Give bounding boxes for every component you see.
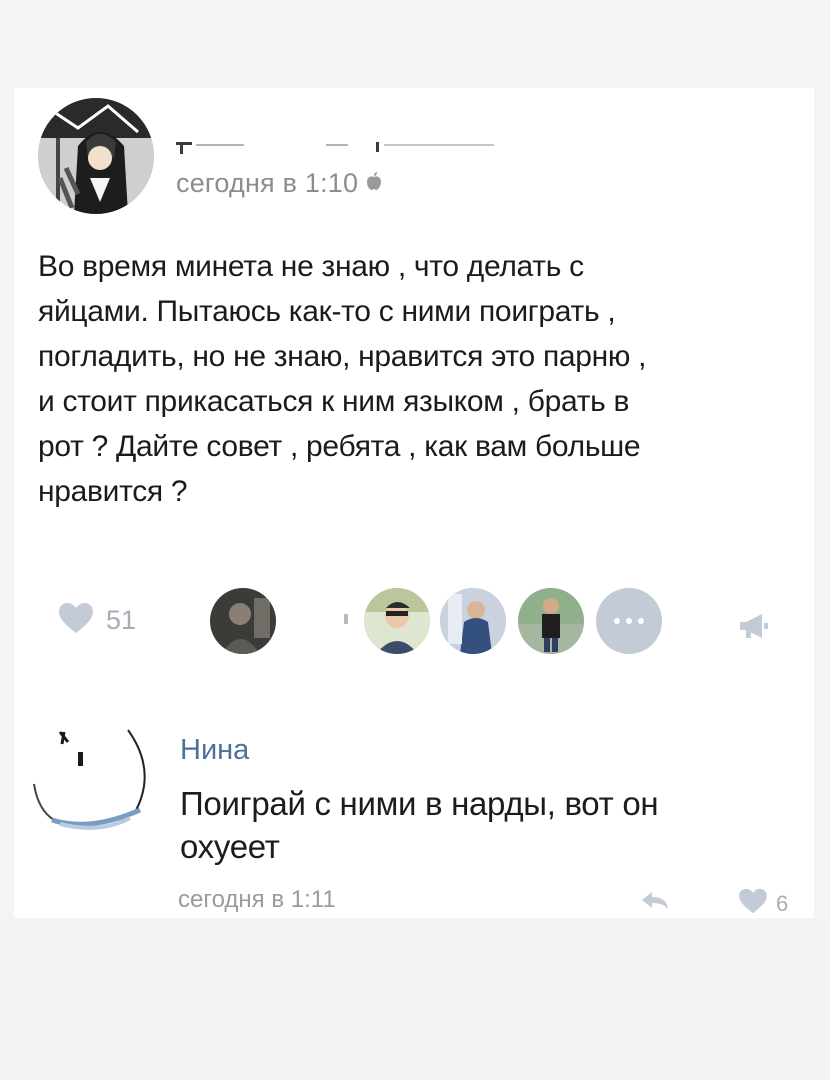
comment-like-button[interactable]: 6 <box>738 888 788 919</box>
post-text-line: Во время минета не знаю , что делать с <box>38 250 584 283</box>
ellipsis-icon[interactable] <box>596 588 662 654</box>
post-likes-count: 51 <box>106 605 137 635</box>
post-text-line: яйцами. Пытаюсь как-то с ними поиграть , <box>38 295 616 328</box>
liker-avatar[interactable] <box>440 588 506 654</box>
reply-arrow-icon[interactable] <box>640 890 670 915</box>
divider-mark <box>344 614 348 624</box>
apple-icon <box>366 171 382 197</box>
post-text-line: и стоит прикасаться к ним языком , брать… <box>38 385 630 418</box>
comment-text-line: Поиграй с ними в нарды, вот он <box>180 785 659 822</box>
author-name-redacted <box>176 142 494 154</box>
liker-avatar[interactable] <box>364 588 430 654</box>
post-text: Во время минета не знаю , что делать с я… <box>38 244 808 514</box>
post-date: сегодня в 1:10 <box>176 168 382 199</box>
post-author-avatar[interactable] <box>38 98 154 214</box>
comment-text-line: охуеет <box>180 828 280 865</box>
post-like-button[interactable]: 51 <box>58 602 136 639</box>
liker-avatar[interactable] <box>210 588 276 654</box>
post-date-text: сегодня в 1:10 <box>176 168 359 198</box>
post-text-line: рот ? Дайте совет , ребята , как вам бол… <box>38 430 641 463</box>
heart-icon <box>738 888 768 919</box>
post-text-line: нравится ? <box>38 475 188 508</box>
comment-date: сегодня в 1:11 <box>178 886 336 913</box>
comment-author-name[interactable]: Нина <box>180 734 249 767</box>
comment-likes-count: 6 <box>776 890 789 916</box>
heart-icon <box>58 602 94 639</box>
page-bottom-area <box>0 918 830 1080</box>
megaphone-icon[interactable] <box>738 612 770 645</box>
comment-author-avatar[interactable] <box>30 728 156 840</box>
comment-text: Поиграй с ними в нарды, вот он охуеет <box>180 782 659 868</box>
liker-avatar[interactable] <box>518 588 584 654</box>
post-text-line: погладить, но не знаю, нравится это парн… <box>38 340 647 373</box>
